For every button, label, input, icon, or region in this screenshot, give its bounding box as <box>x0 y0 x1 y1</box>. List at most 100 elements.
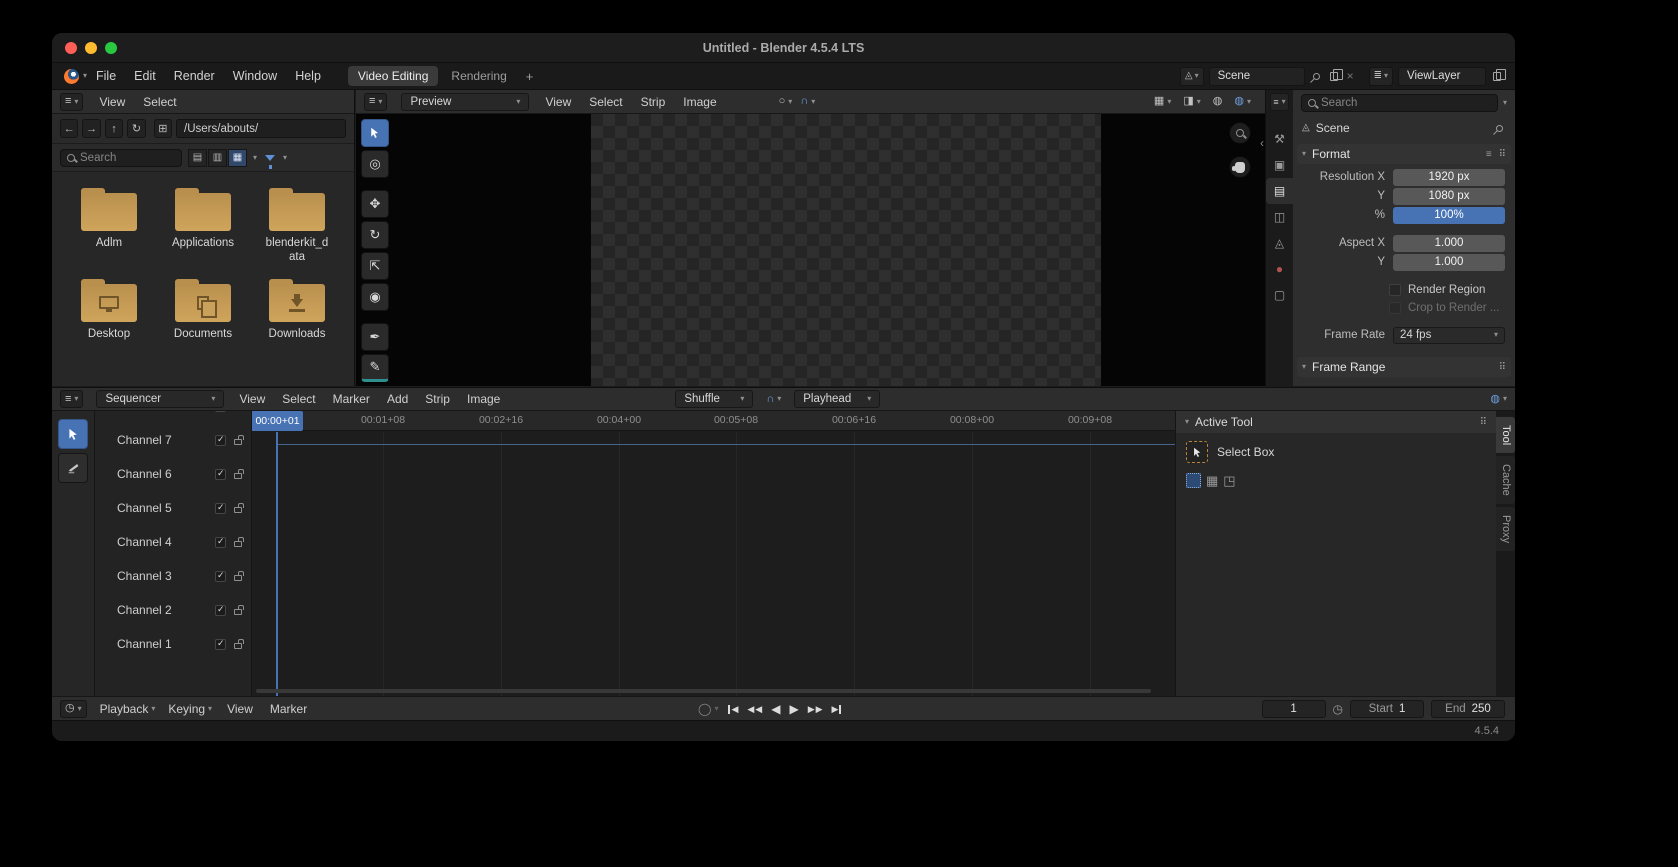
preview-menu-select[interactable]: Select <box>587 95 624 109</box>
properties-search-input[interactable] <box>1321 97 1491 109</box>
file-item-desktop[interactable]: Desktop <box>64 277 154 342</box>
tab-scene-properties[interactable]: ◬ <box>1266 230 1293 256</box>
channel-lock-icon[interactable] <box>234 439 242 445</box>
select-mode-subtract-icon[interactable]: ◳ <box>1223 474 1235 487</box>
scene-name-field[interactable]: Scene <box>1209 67 1305 86</box>
file-browser-menu-view[interactable]: View <box>97 95 127 109</box>
keying-clock-icon[interactable]: ◷ <box>1333 702 1343 716</box>
display-horizontal-list-button[interactable]: ▥ <box>208 149 227 167</box>
render-region-checkbox[interactable] <box>1389 284 1401 296</box>
channel-enable-checkbox[interactable] <box>215 435 226 446</box>
viewlayer-browse-button[interactable]: ≣ ▾ <box>1369 67 1393 86</box>
auto-keying-button[interactable]: ◯ ▾ <box>698 702 718 716</box>
rotate-tool-button[interactable]: ↻ <box>361 221 389 249</box>
format-section-header[interactable]: ▾ Format ≡ ⠿ <box>1297 144 1511 164</box>
pin-icon[interactable] <box>1311 71 1321 81</box>
preview-display-mode-dropdown[interactable]: Preview ▾ <box>401 93 529 111</box>
resolution-x-field[interactable]: 1920 px <box>1393 169 1505 186</box>
region-collapse-icon[interactable]: ‹ <box>1260 136 1264 150</box>
sequencer-menu-strip[interactable]: Strip <box>423 392 452 406</box>
channel-row[interactable]: Channel 6 <box>95 457 251 491</box>
channel-row[interactable]: Channel 1 <box>95 627 251 661</box>
footer-menu-view[interactable]: View <box>225 702 255 716</box>
previous-keyframe-button[interactable]: ◀◀ <box>747 704 762 715</box>
sidebar-tab-cache[interactable]: Cache <box>1496 456 1515 504</box>
select-mode-new-button[interactable] <box>1186 473 1201 488</box>
preview-menu-strip[interactable]: Strip <box>639 95 668 109</box>
sequencer-menu-marker[interactable]: Marker <box>331 392 372 406</box>
select-box-tool-button[interactable] <box>361 119 389 147</box>
file-item-downloads[interactable]: Downloads <box>252 277 342 342</box>
channel-lock-icon[interactable] <box>234 473 242 479</box>
scene-browse-button[interactable]: ◬ ▾ <box>1180 67 1204 86</box>
pan-button[interactable] <box>1229 156 1251 178</box>
cursor-tool-button[interactable]: ◎ <box>361 150 389 178</box>
channel-lock-icon[interactable] <box>234 643 242 649</box>
resolution-percent-field[interactable]: 100% <box>1393 207 1505 224</box>
timeline-editor-type-button[interactable]: ◷ ▾ <box>60 700 87 718</box>
channel-lock-icon[interactable] <box>234 609 242 615</box>
minimize-window-button[interactable] <box>85 42 97 54</box>
proportional-editing-button[interactable]: ○ ▾ <box>779 96 793 107</box>
preview-menu-image[interactable]: Image <box>681 95 718 109</box>
properties-options-chevron-icon[interactable]: ▾ <box>1503 99 1507 107</box>
select-mode-extend-icon[interactable]: ▦ <box>1206 474 1218 487</box>
filter-icon[interactable] <box>265 155 275 161</box>
filter-options-chevron-icon[interactable]: ▾ <box>283 154 287 162</box>
workspace-tab-rendering[interactable]: Rendering <box>441 66 516 86</box>
start-frame-field[interactable]: Start 1 <box>1350 700 1424 718</box>
shading-button[interactable]: ◍ <box>1213 96 1223 107</box>
end-frame-field[interactable]: End 250 <box>1431 700 1505 718</box>
file-search-input[interactable] <box>80 152 175 164</box>
channel-lock-icon[interactable] <box>234 541 242 547</box>
channel-enable-checkbox[interactable] <box>215 605 226 616</box>
preview-viewport[interactable]: ◎ ✥ ↻ ⇱ ◉ ✒ ✎ ‹ <box>356 114 1265 386</box>
menu-render[interactable]: Render <box>165 69 224 83</box>
footer-menu-playback[interactable]: Playback ▾ <box>100 702 156 716</box>
file-item-adlm[interactable]: Adlm <box>64 186 154 265</box>
timeline-content[interactable] <box>252 432 1175 696</box>
channel-enable-checkbox[interactable] <box>215 503 226 514</box>
footer-menu-keying[interactable]: Keying ▾ <box>168 702 212 716</box>
preview-editor-type-button[interactable]: ≡ ▾ <box>364 93 387 111</box>
channel-row[interactable]: Channel 5 <box>95 491 251 525</box>
file-item-blenderkit-data[interactable]: blenderkit_data <box>252 186 342 265</box>
play-reverse-button[interactable]: ◀ <box>771 702 780 716</box>
resolution-y-field[interactable]: 1080 px <box>1393 188 1505 205</box>
display-vertical-list-button[interactable]: ▤ <box>188 149 207 167</box>
file-item-documents[interactable]: Documents <box>158 277 248 342</box>
forward-button[interactable]: → <box>82 119 100 138</box>
zoom-window-button[interactable] <box>105 42 117 54</box>
jump-to-end-button[interactable]: ▶ <box>832 704 842 715</box>
sequencer-display-mode-dropdown[interactable]: Sequencer ▾ <box>96 390 224 408</box>
blade-tool-button[interactable] <box>58 453 88 483</box>
channel-lock-icon[interactable] <box>234 507 242 513</box>
display-thumbnail-button[interactable]: ▦ <box>228 149 247 167</box>
tab-collection-properties[interactable]: ▢ <box>1266 282 1293 308</box>
parent-directory-button[interactable]: ↑ <box>105 119 123 138</box>
select-box-tool-icon-button[interactable] <box>1186 441 1208 463</box>
menu-window[interactable]: Window <box>224 69 286 83</box>
viewlayer-name-field[interactable]: ViewLayer <box>1398 67 1486 86</box>
back-button[interactable]: ← <box>60 119 78 138</box>
frame-range-section-header[interactable]: ▾ Frame Range ⠿ <box>1297 357 1511 377</box>
sequencer-menu-add[interactable]: Add <box>385 392 410 406</box>
workspace-tab-video-editing[interactable]: Video Editing <box>348 66 439 86</box>
sequencer-overlays-button[interactable]: ◍ ▾ <box>1490 394 1507 405</box>
preset-icon[interactable]: ≡ <box>1486 149 1492 160</box>
channel-row[interactable]: Channel 8 <box>95 411 251 423</box>
gizmo-toggle-button[interactable]: ▦ ▾ <box>1154 96 1171 107</box>
duplicate-scene-icon[interactable] <box>1330 72 1338 81</box>
timeline-ruler[interactable]: 00:00+01 00:01+08 00:02+16 00:04+00 00:0… <box>252 411 1175 431</box>
blender-logo-icon[interactable] <box>64 69 79 84</box>
overlays-toggle-button[interactable]: ◨ ▾ <box>1183 96 1200 107</box>
pin-icon[interactable] <box>1495 123 1505 133</box>
unlink-scene-icon[interactable]: × <box>1345 69 1356 83</box>
transform-tool-button[interactable]: ◉ <box>361 283 389 311</box>
sequencer-timeline[interactable]: 00:00+01 00:01+08 00:02+16 00:04+00 00:0… <box>252 411 1175 696</box>
aspect-x-field[interactable]: 1.000 <box>1393 235 1505 252</box>
current-frame-field[interactable]: 1 <box>1262 700 1326 718</box>
timeline-horizontal-scrollbar[interactable] <box>256 689 1151 693</box>
tab-render-properties[interactable]: ▣ <box>1266 152 1293 178</box>
sample-tool-button[interactable]: ✒ <box>361 323 389 351</box>
